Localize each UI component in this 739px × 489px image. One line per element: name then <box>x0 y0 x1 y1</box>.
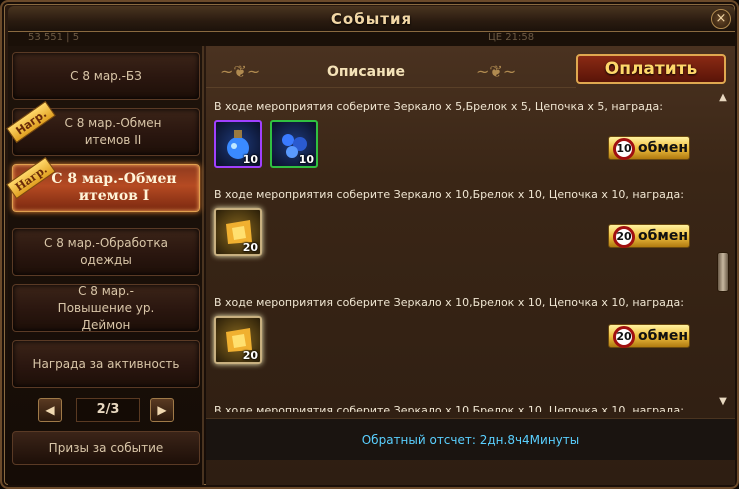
sidebar-item-label: С 8 мар.-Обмен итемов II <box>64 116 162 147</box>
exchange-count: 20 <box>613 226 635 248</box>
gold-chest-icon[interactable]: 20 <box>214 208 262 256</box>
sidebar-item-label: С 8 мар.-Обмен итемов I <box>51 171 177 204</box>
sidebar-item-clothing[interactable]: С 8 мар.-Обработка одежды <box>12 228 200 276</box>
status-strip: 53 551 | 5 ЦЕ 21:58 <box>8 32 735 46</box>
sidebar-item-daemon[interactable]: С 8 мар.-Повышение ур. Деймон <box>12 284 200 332</box>
sidebar-item-label: С 8 мар.-БЗ <box>70 68 142 83</box>
window-title: События <box>330 10 413 28</box>
page-indicator: 2/3 <box>76 398 140 422</box>
status-right: ЦЕ 21:58 <box>488 32 535 43</box>
exchange-label: обмен <box>637 328 688 344</box>
item-quantity: 20 <box>242 241 258 254</box>
rewards-scrollbar[interactable]: ▲ ▼ <box>716 92 730 410</box>
sidebar-item-label: С 8 мар.-Повышение ур. Деймон <box>57 283 155 332</box>
exchange-label: обмен <box>637 140 688 156</box>
main-panel: ~❦~ Описание ~❦~ Оплатить В ходе меропри… <box>206 46 735 485</box>
exchange-button[interactable]: 10 обмен <box>608 136 690 160</box>
countdown-text: Обратный отсчет: 2дн.8ч4Минуты <box>361 433 580 447</box>
ornament-right-icon: ~❦~ <box>476 62 517 81</box>
description-title: Описание <box>326 64 406 80</box>
reward-requirement: В ходе мероприятия соберите Зеркало x 10… <box>214 188 684 201</box>
sidebar-item-exchange-1[interactable]: Нагр. С 8 мар.-Обмен итемов I <box>6 156 200 212</box>
pay-button[interactable]: Оплатить <box>576 54 726 84</box>
sidebar-item-label: Награда за активность <box>32 356 180 371</box>
ornament-left-icon: ~❦~ <box>220 62 261 81</box>
reward-row: В ходе мероприятия соберите Зеркало x 10… <box>210 292 718 400</box>
reward-requirement: В ходе мероприятия соберите Зеркало x 10… <box>214 296 684 309</box>
status-left: 53 551 | 5 <box>28 32 80 43</box>
scroll-up-icon[interactable]: ▲ <box>716 92 730 103</box>
sidebar-item-exchange-2[interactable]: Нагр. С 8 мар.-Обмен итемов II <box>6 100 200 156</box>
event-prizes-button[interactable]: Призы за событие <box>12 431 200 465</box>
events-window: События × 53 551 | 5 ЦЕ 21:58 С 8 мар.-Б… <box>0 0 739 489</box>
sidebar-item-activity[interactable]: Награда за активность <box>12 340 200 388</box>
sidebar-item-label: С 8 мар.-Обработка одежды <box>44 236 168 267</box>
countdown-bar: Обратный отсчет: 2дн.8ч4Минуты <box>206 418 735 460</box>
reward-row: В ходе мероприятия соберите Зеркало x 10… <box>210 184 718 292</box>
events-sidebar: С 8 мар.-БЗ Нагр. С 8 мар.-Обмен итемов … <box>6 46 204 485</box>
pager: ◀ 2/3 ▶ <box>38 398 178 422</box>
potion-icon[interactable]: 10 <box>214 120 262 168</box>
exchange-count: 20 <box>613 326 635 348</box>
exchange-button[interactable]: 20 обмен <box>608 324 690 348</box>
reward-row: В ходе мероприятия соберите Зеркало x 10… <box>210 400 718 412</box>
item-quantity: 10 <box>242 153 258 166</box>
sidebar-item-bz[interactable]: С 8 мар.-БЗ <box>12 52 200 100</box>
exchange-button[interactable]: 20 обмен <box>608 224 690 248</box>
close-icon[interactable]: × <box>711 9 731 29</box>
reward-requirement: В ходе мероприятия соберите Зеркало x 5,… <box>214 100 663 113</box>
reward-requirement: В ходе мероприятия соберите Зеркало x 10… <box>214 404 684 412</box>
item-quantity: 20 <box>242 349 258 362</box>
rewards-list: В ходе мероприятия соберите Зеркало x 5,… <box>210 96 718 412</box>
scroll-down-icon[interactable]: ▼ <box>716 396 730 407</box>
item-quantity: 10 <box>298 153 314 166</box>
next-page-button[interactable]: ▶ <box>150 398 174 422</box>
scroll-thumb[interactable] <box>717 252 729 292</box>
exchange-count: 10 <box>613 138 635 160</box>
reward-ribbon-badge: Нагр. <box>6 100 56 144</box>
exchange-label: обмен <box>637 228 688 244</box>
gold-chest-icon[interactable]: 20 <box>214 316 262 364</box>
prev-page-button[interactable]: ◀ <box>38 398 62 422</box>
title-bar: События × <box>8 6 735 32</box>
description-header: ~❦~ Описание ~❦~ <box>206 52 576 88</box>
crystal-pile-icon[interactable]: 10 <box>270 120 318 168</box>
